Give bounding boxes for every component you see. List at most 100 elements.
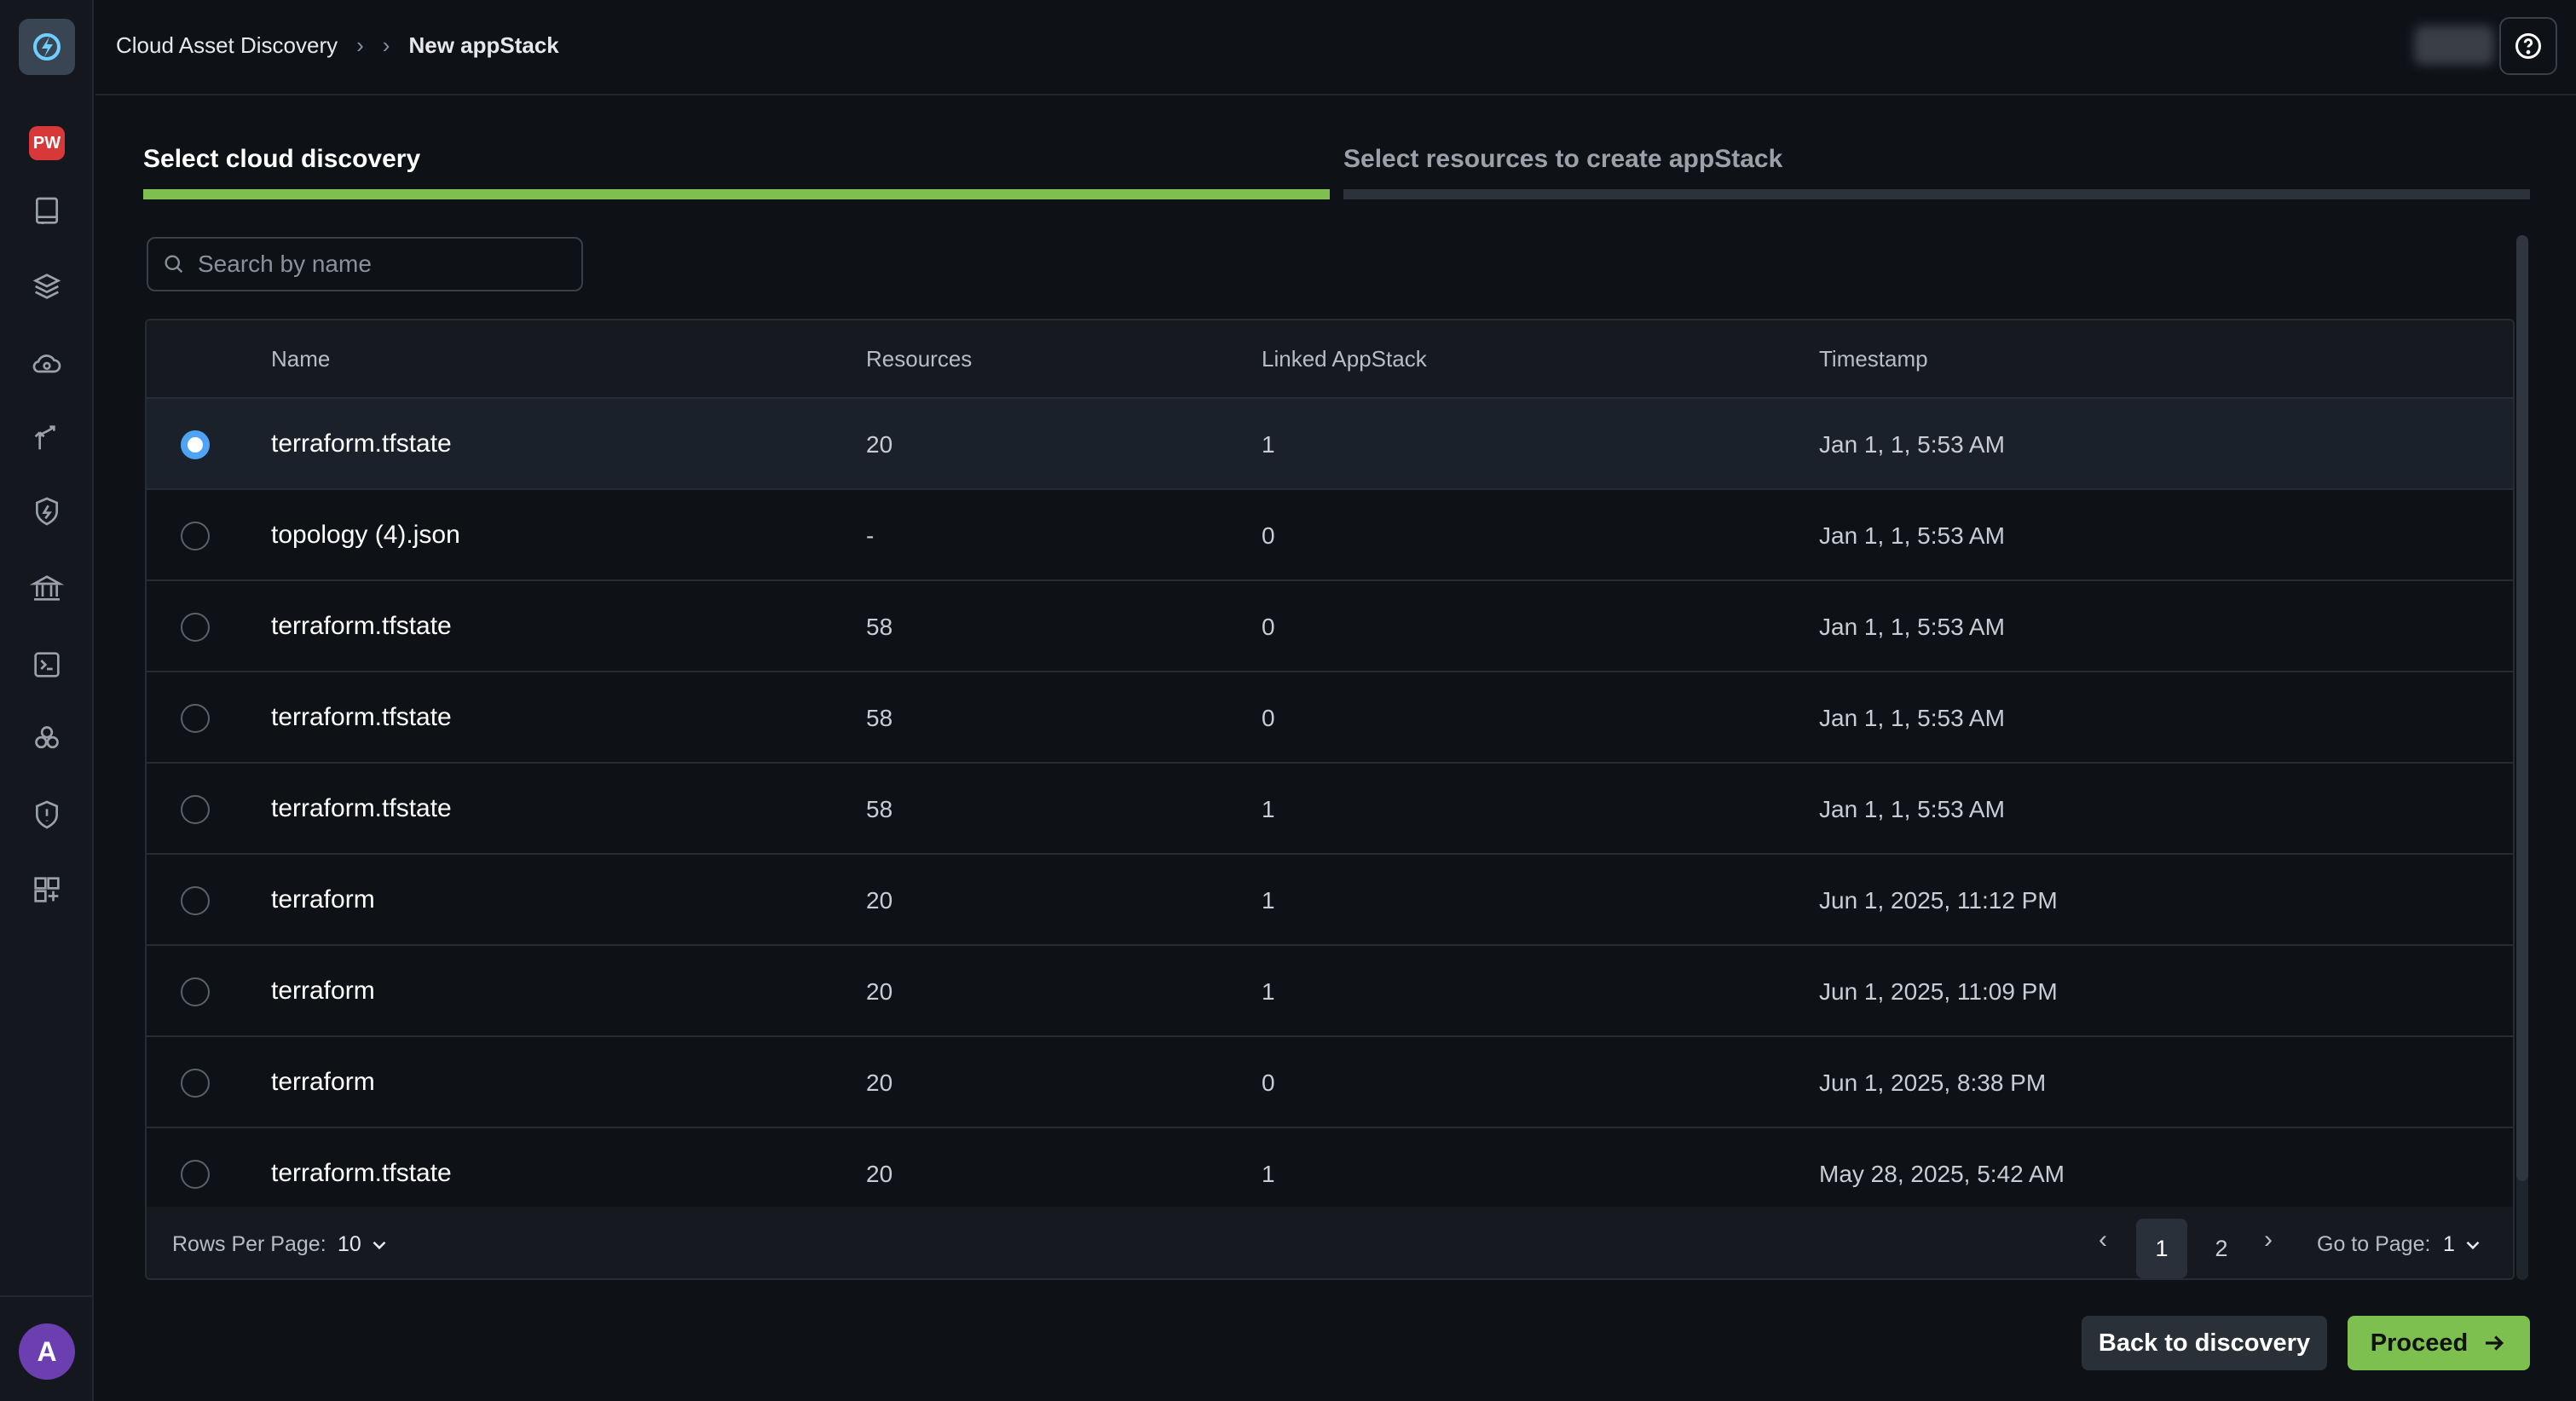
row-resources: 58 [866, 614, 893, 640]
cloud-search-icon[interactable] [28, 344, 66, 382]
top-header: Cloud Asset Discovery › › New appStack [95, 0, 2576, 95]
proceed-button[interactable]: Proceed [2348, 1316, 2530, 1370]
row-radio[interactable] [181, 1069, 210, 1098]
table-row[interactable]: terraform 20 1 Jun 1, 2025, 11:09 PM [147, 946, 2513, 1037]
row-timestamp: Jan 1, 1, 5:53 AM [1819, 431, 2005, 458]
row-name: terraform [271, 885, 375, 914]
row-resources: - [866, 522, 875, 549]
row-timestamp: Jun 1, 2025, 11:09 PM [1819, 978, 2058, 1005]
step1-progress-bar [143, 189, 1330, 199]
row-resources: 20 [866, 1161, 893, 1187]
row-resources: 20 [866, 1069, 893, 1096]
table-row[interactable]: terraform.tfstate 20 1 Jan 1, 1, 5:53 AM [147, 399, 2513, 490]
table-scrollbar[interactable] [2516, 235, 2528, 1280]
layers-icon[interactable] [28, 268, 66, 305]
table-row[interactable]: topology (4).json - 0 Jan 1, 1, 5:53 AM [147, 490, 2513, 581]
workspace-badge[interactable]: PW [29, 126, 65, 160]
row-radio[interactable] [181, 430, 210, 459]
app-logo[interactable] [19, 19, 75, 75]
row-name: terraform [271, 1068, 375, 1096]
row-timestamp: Jan 1, 1, 5:53 AM [1819, 705, 2005, 731]
row-radio[interactable] [181, 704, 210, 733]
search-icon [165, 255, 183, 274]
table-row[interactable]: terraform.tfstate 20 1 May 28, 2025, 5:4… [147, 1128, 2513, 1219]
go-to-page-label: Go to Page: [2317, 1232, 2431, 1256]
user-avatar[interactable]: A [19, 1323, 75, 1380]
row-name: terraform.tfstate [271, 612, 452, 640]
row-radio[interactable] [181, 795, 210, 824]
grid-plus-icon[interactable] [28, 871, 66, 908]
row-radio[interactable] [181, 522, 210, 551]
row-linked-appstack: 0 [1262, 1069, 1275, 1096]
row-linked-appstack: 1 [1262, 978, 1275, 1005]
cubes-icon[interactable] [28, 719, 66, 757]
row-resources: 20 [866, 887, 893, 914]
breadcrumb-item-current: New appStack [408, 32, 559, 58]
table-header: Name Resources Linked AppStack Timestamp [147, 320, 2513, 399]
book-icon[interactable] [28, 193, 66, 230]
search-input[interactable] [198, 251, 556, 278]
row-linked-appstack: 1 [1262, 796, 1275, 822]
previous-page-button[interactable]: ‹ [2099, 1225, 2107, 1254]
column-header-resources[interactable]: Resources [866, 346, 972, 372]
column-header-timestamp[interactable]: Timestamp [1819, 346, 1928, 372]
row-name: terraform.tfstate [271, 703, 452, 731]
row-resources: 58 [866, 705, 893, 731]
page-button-2[interactable]: 2 [2196, 1219, 2247, 1278]
rows-per-page-select[interactable]: 10 [338, 1232, 390, 1257]
breadcrumb: Cloud Asset Discovery › › New appStack [116, 32, 559, 59]
row-name: terraform.tfstate [271, 794, 452, 822]
table-row[interactable]: terraform.tfstate 58 1 Jan 1, 1, 5:53 AM [147, 764, 2513, 855]
row-timestamp: Jun 1, 2025, 11:12 PM [1819, 887, 2058, 914]
branch-icon[interactable] [28, 419, 66, 457]
row-timestamp: Jun 1, 2025, 8:38 PM [1819, 1069, 2047, 1096]
row-name: terraform.tfstate [271, 430, 452, 458]
terminal-icon[interactable] [28, 646, 66, 683]
arrow-right-icon [2486, 1335, 2504, 1351]
column-header-linked-appstack[interactable]: Linked AppStack [1262, 346, 1427, 372]
table-row[interactable]: terraform.tfstate 58 0 Jan 1, 1, 5:53 AM [147, 672, 2513, 764]
chevron-right-icon: › [356, 32, 364, 58]
help-button[interactable] [2499, 17, 2557, 75]
row-linked-appstack: 0 [1262, 522, 1275, 549]
row-radio[interactable] [181, 613, 210, 642]
step-select-cloud-discovery[interactable]: Select cloud discovery [143, 145, 420, 174]
shield-bolt-icon[interactable] [28, 493, 66, 530]
go-to-page-value: 1 [2443, 1232, 2455, 1256]
table-pagination: Rows Per Page: 10 ‹ 1 2 › Go to Page: 1 [147, 1207, 2513, 1278]
row-timestamp: May 28, 2025, 5:42 AM [1819, 1161, 2065, 1187]
breadcrumb-item-cloud-asset-discovery[interactable]: Cloud Asset Discovery [116, 32, 338, 59]
row-linked-appstack: 0 [1262, 705, 1275, 731]
chevron-down-icon [2466, 1241, 2480, 1249]
step-select-resources[interactable]: Select resources to create appStack [1343, 145, 1782, 174]
step2-progress-bar [1343, 189, 2530, 199]
blurred-header-element [2414, 26, 2494, 65]
table-row[interactable]: terraform 20 1 Jun 1, 2025, 11:12 PM [147, 855, 2513, 946]
table-row[interactable]: terraform 20 0 Jun 1, 2025, 8:38 PM [147, 1037, 2513, 1128]
row-resources: 20 [866, 978, 893, 1005]
row-linked-appstack: 1 [1262, 431, 1275, 458]
row-radio[interactable] [181, 977, 210, 1006]
table-row[interactable]: terraform.tfstate 58 0 Jan 1, 1, 5:53 AM [147, 581, 2513, 672]
search-box [147, 237, 583, 291]
go-to-page-select[interactable]: 1 [2443, 1232, 2484, 1257]
scrollbar-thumb[interactable] [2516, 235, 2528, 1181]
row-linked-appstack: 1 [1262, 1161, 1275, 1187]
row-radio[interactable] [181, 886, 210, 915]
bank-icon[interactable] [28, 569, 66, 607]
back-to-discovery-button[interactable]: Back to discovery [2082, 1316, 2327, 1370]
chevron-down-icon [373, 1241, 386, 1249]
logo-icon [33, 33, 61, 61]
rows-per-page-label: Rows Per Page: [172, 1232, 326, 1256]
next-page-button[interactable]: › [2264, 1225, 2273, 1254]
shield-alert-icon[interactable] [28, 796, 66, 833]
row-timestamp: Jan 1, 1, 5:53 AM [1819, 796, 2005, 822]
chevron-right-icon: › [382, 32, 390, 58]
proceed-label: Proceed [2370, 1329, 2469, 1357]
row-linked-appstack: 1 [1262, 887, 1275, 914]
row-radio[interactable] [181, 1160, 210, 1189]
sidebar-divider [0, 1295, 94, 1297]
page-button-1[interactable]: 1 [2136, 1219, 2187, 1278]
column-header-name[interactable]: Name [271, 346, 330, 372]
discovery-table: Name Resources Linked AppStack Timestamp… [145, 319, 2515, 1280]
